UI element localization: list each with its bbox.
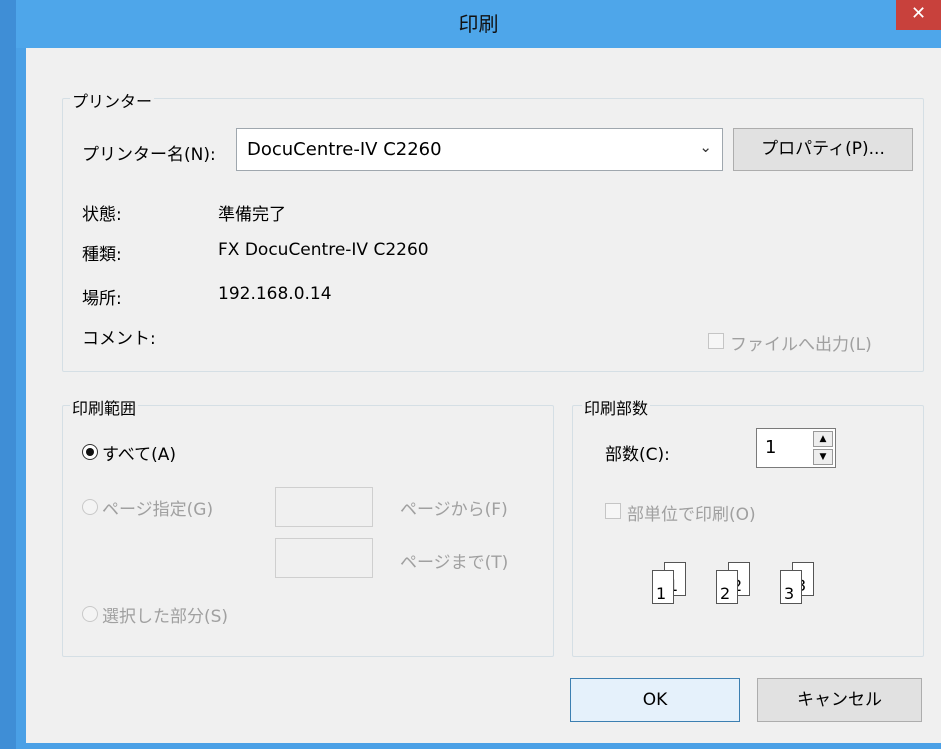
range-pages-radio[interactable] [82,499,98,515]
chevron-down-icon: ⌄ [699,138,712,156]
dialog-title: 印刷 [458,12,499,36]
range-all-radio[interactable] [82,444,98,460]
ok-button[interactable]: OK [570,678,740,722]
range-selection-label[interactable]: 選択した部分(S) [102,602,228,627]
collate-page-icon: 2 [716,570,738,604]
page-from-input[interactable] [275,487,373,527]
print-to-file-label[interactable]: ファイルへ出力(L) [730,330,872,355]
collate-checkbox[interactable] [605,503,621,519]
properties-button[interactable]: プロパティ(P)... [733,128,913,171]
type-label: 種類: [82,245,122,265]
print-to-file-checkbox[interactable] [708,333,724,349]
copies-group-label: 印刷部数 [582,395,651,419]
range-selection-radio[interactable] [82,606,98,622]
status-value: 準備完了 [218,205,286,225]
printer-name-select[interactable]: DocuCentre-IV C2260 ⌄ [236,128,723,171]
page-to-label: ページまで(T) [400,553,509,573]
type-value: FX DocuCentre-IV C2260 [218,240,429,260]
collate-label[interactable]: 部単位で印刷(O) [627,500,756,525]
collate-page-icon: 1 [652,570,674,604]
copies-count-label: 部数(C): [605,445,670,465]
page-to-input[interactable] [275,538,373,578]
close-button[interactable]: ✕ [896,0,941,30]
range-pages-label[interactable]: ページ指定(G) [102,495,213,520]
print-range-group-label: 印刷範囲 [70,395,139,419]
status-label: 状態: [82,205,122,225]
spin-up-icon[interactable]: ▲ [813,431,833,447]
page-from-label: ページから(F) [400,500,508,520]
comment-label: コメント: [82,329,156,349]
printer-name-value: DocuCentre-IV C2260 [247,139,442,160]
printer-group-label: プリンター [70,88,155,112]
printer-name-label: プリンター名(N): [82,145,216,165]
copies-count-spinner[interactable]: 1 ▲ ▼ [756,428,836,468]
spin-down-icon[interactable]: ▼ [813,449,833,465]
cancel-button[interactable]: キャンセル [757,678,922,722]
location-label: 場所: [82,289,122,309]
copies-count-value: 1 [765,437,777,458]
collate-page-icon: 3 [780,570,802,604]
range-all-label[interactable]: すべて(A) [102,440,176,465]
location-value: 192.168.0.14 [218,284,332,304]
